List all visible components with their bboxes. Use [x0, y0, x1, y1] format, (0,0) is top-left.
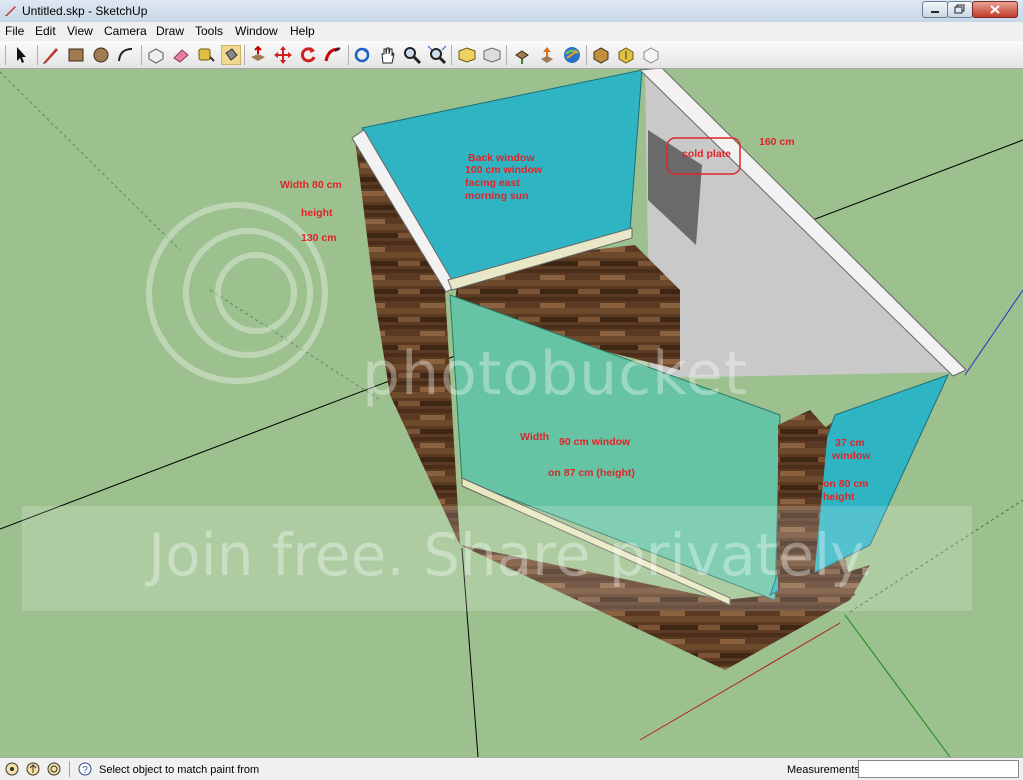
menu-tools[interactable]: Tools — [195, 24, 223, 38]
window-title: Untitled.skp - SketchUp — [22, 4, 148, 18]
toolbar-separator — [5, 45, 6, 65]
title-bar: Untitled.skp - SketchUp — [0, 0, 1023, 22]
circle-icon[interactable] — [91, 45, 111, 65]
annotation-front-window: 90 cm window — [559, 436, 631, 448]
status-geo-icon[interactable] — [5, 762, 19, 776]
toolbar-separator — [37, 45, 38, 65]
annotation-back-window: Back window — [468, 152, 535, 164]
pencil-line-icon[interactable] — [41, 45, 61, 65]
annotation-right-window-label: window — [832, 450, 871, 462]
annotation-right-window-size: 37 cm — [835, 437, 865, 449]
model-viewport[interactable]: photobucket Join free. Share privately. … — [0, 69, 1023, 757]
menu-file[interactable]: File — [5, 24, 24, 38]
status-user-icon[interactable] — [47, 762, 61, 776]
watermark-tagline: Join free. Share privately. — [148, 521, 875, 589]
maximize-button[interactable] — [947, 1, 973, 18]
rotate-icon[interactable] — [298, 45, 318, 65]
toolbar-separator — [141, 45, 142, 65]
menu-window[interactable]: Window — [235, 24, 278, 38]
annotation-back-window-sun: morning sun — [465, 190, 529, 202]
status-bar: ? Select object to match paint from Meas… — [0, 757, 1023, 780]
push-pull-icon[interactable] — [248, 45, 268, 65]
zoom-extents-icon[interactable] — [427, 45, 447, 65]
select-arrow-icon[interactable] — [12, 45, 32, 65]
menu-view[interactable]: View — [67, 24, 93, 38]
orbit-icon[interactable] — [352, 45, 372, 65]
sketchup-pencil-icon — [5, 6, 16, 16]
components-icon[interactable] — [591, 45, 611, 65]
make-component-icon[interactable] — [146, 45, 166, 65]
annotation-left-width: Width 80 cm — [280, 179, 342, 191]
get-models-icon[interactable] — [512, 45, 532, 65]
materials-icon[interactable] — [616, 45, 636, 65]
annotation-left-height-label: height — [301, 207, 333, 219]
arc-icon[interactable] — [116, 45, 136, 65]
annotation-cold-plate: cold plate — [682, 148, 732, 160]
toolbar-separator — [586, 45, 587, 65]
measurements-input[interactable] — [858, 760, 1019, 778]
styles-icon[interactable] — [641, 45, 661, 65]
annotation-length: 160 cm — [759, 136, 795, 148]
annotation-back-window-size: 100 cm window — [465, 164, 543, 176]
close-icon — [990, 5, 1000, 14]
close-button[interactable] — [972, 1, 1018, 18]
menu-help[interactable]: Help — [290, 24, 315, 38]
toolbar-separator — [244, 45, 245, 65]
help-icon[interactable]: ? — [78, 762, 92, 776]
follow-me-icon[interactable] — [323, 45, 343, 65]
minimize-icon — [931, 11, 939, 13]
tape-measure-icon[interactable] — [196, 45, 216, 65]
pan-icon[interactable] — [377, 45, 397, 65]
toolbar — [0, 41, 1023, 69]
annotation-front-height: on 87 cm (height) — [548, 467, 635, 479]
toolbar-separator — [348, 45, 349, 65]
annotation-right-height-label: height — [823, 491, 855, 503]
photobucket-watermark-rings — [146, 202, 328, 384]
minimize-button[interactable] — [922, 1, 948, 18]
watermark-logo: photobucket — [362, 339, 749, 409]
paint-bucket-icon[interactable] — [221, 45, 241, 65]
toolbar-separator — [506, 45, 507, 65]
annotation-left-height-value: 130 cm — [301, 232, 337, 244]
previous-view-icon[interactable] — [457, 45, 477, 65]
annotation-front-width: Width — [520, 431, 550, 443]
toolbar-separator — [451, 45, 452, 65]
share-model-icon[interactable] — [537, 45, 557, 65]
status-credits-icon[interactable] — [26, 762, 40, 776]
status-separator — [69, 761, 70, 777]
annotation-back-window-facing: facing east — [465, 177, 520, 189]
restore-icon — [954, 4, 965, 14]
menu-bar: File Edit View Camera Draw Tools Window … — [0, 22, 1023, 41]
zoom-icon[interactable] — [402, 45, 422, 65]
svg-text:?: ? — [82, 765, 88, 776]
next-view-icon[interactable] — [482, 45, 502, 65]
menu-draw[interactable]: Draw — [156, 24, 184, 38]
eraser-icon[interactable] — [171, 45, 191, 65]
menu-edit[interactable]: Edit — [35, 24, 56, 38]
status-message: Select object to match paint from — [99, 764, 260, 776]
google-earth-icon[interactable] — [562, 45, 582, 65]
annotation-right-height-value: on 80 cm — [823, 478, 869, 490]
menu-camera[interactable]: Camera — [104, 24, 147, 38]
measurements-label: Measurements — [787, 764, 860, 776]
move-icon[interactable] — [273, 45, 293, 65]
rectangle-icon[interactable] — [66, 45, 86, 65]
